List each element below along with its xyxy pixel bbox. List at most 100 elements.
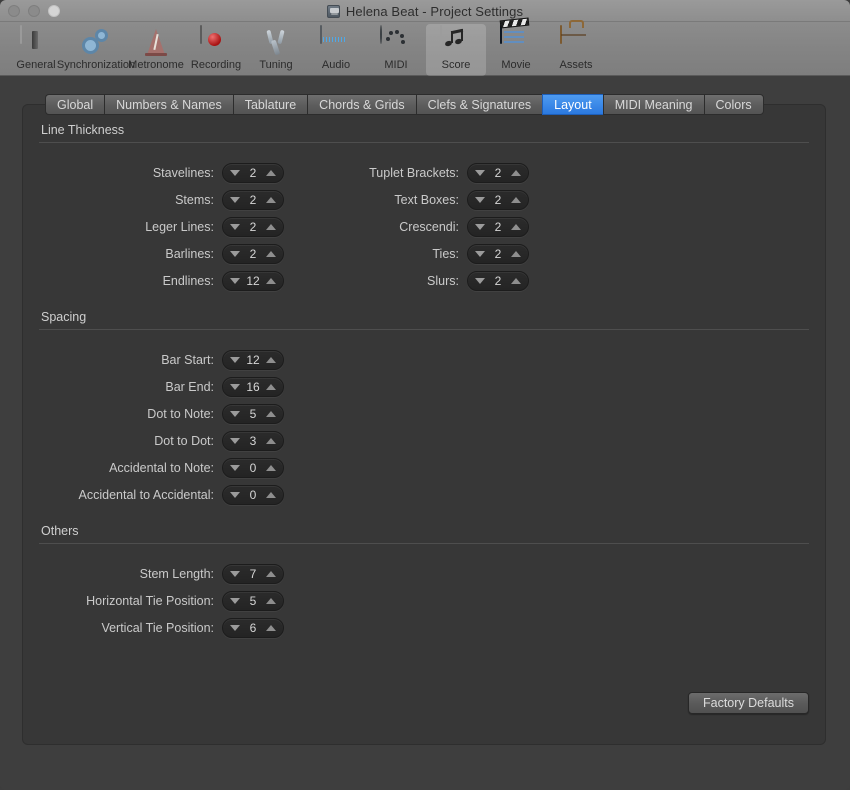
stepper-down-icon[interactable]	[475, 224, 485, 230]
stepper-up-icon[interactable]	[511, 197, 521, 203]
stepper-up-icon[interactable]	[511, 278, 521, 284]
stepper-up-icon[interactable]	[266, 357, 276, 363]
field-label-leger-lines: Leger Lines:	[145, 220, 222, 234]
stepper-value-dot-to-note: 5	[240, 408, 266, 420]
stepper-bar-end[interactable]: 16	[222, 377, 284, 397]
tab-numbers-and-names[interactable]: Numbers & Names	[104, 94, 233, 115]
stepper-up-icon[interactable]	[266, 278, 276, 284]
close-button[interactable]	[8, 5, 20, 17]
stepper-down-icon[interactable]	[230, 465, 240, 471]
stepper-up-icon[interactable]	[511, 251, 521, 257]
stepper-accidental-to-accidental[interactable]: 0	[222, 485, 284, 505]
stepper-down-icon[interactable]	[230, 224, 240, 230]
stepper-down-icon[interactable]	[230, 571, 240, 577]
stepper-slurs[interactable]: 2	[467, 271, 529, 291]
midi-port-icon	[380, 26, 412, 58]
toolbar-item-synchronization[interactable]: Synchronization	[66, 24, 126, 72]
field-label-stem-length: Stem Length:	[140, 567, 222, 581]
stepper-down-icon[interactable]	[475, 170, 485, 176]
field-label-tuplet-brackets: Tuplet Brackets:	[369, 166, 467, 180]
toolbar-item-assets[interactable]: Assets	[546, 24, 606, 72]
stepper-stem-length[interactable]: 7	[222, 564, 284, 584]
stepper-vertical-tie-position[interactable]: 6	[222, 618, 284, 638]
field-label-ties: Ties:	[432, 247, 467, 261]
toolbar-item-tuning[interactable]: Tuning	[246, 24, 306, 72]
toolbar-item-audio[interactable]: Audio	[306, 24, 366, 72]
panel-content: Line Thickness Stavelines: 2	[23, 105, 825, 744]
stepper-dot-to-dot[interactable]: 3	[222, 431, 284, 451]
stepper-tuplet-brackets[interactable]: 2	[467, 163, 529, 183]
stepper-crescendi[interactable]: 2	[467, 217, 529, 237]
stepper-down-icon[interactable]	[230, 598, 240, 604]
field-label-bar-end: Bar End:	[165, 380, 222, 394]
toolbar-label-synchronization: Synchronization	[57, 59, 135, 72]
stepper-up-icon[interactable]	[511, 224, 521, 230]
stepper-down-icon[interactable]	[230, 625, 240, 631]
stepper-up-icon[interactable]	[266, 598, 276, 604]
tab-midi-meaning[interactable]: MIDI Meaning	[603, 94, 704, 115]
field-label-slurs: Slurs:	[427, 274, 467, 288]
stepper-down-icon[interactable]	[475, 278, 485, 284]
stepper-up-icon[interactable]	[266, 224, 276, 230]
stepper-leger-lines[interactable]: 2	[222, 217, 284, 237]
stepper-stavelines[interactable]: 2	[222, 163, 284, 183]
stepper-barlines[interactable]: 2	[222, 244, 284, 264]
stepper-down-icon[interactable]	[230, 438, 240, 444]
tab-colors[interactable]: Colors	[704, 94, 764, 115]
stepper-dot-to-note[interactable]: 5	[222, 404, 284, 424]
stepper-up-icon[interactable]	[266, 465, 276, 471]
section-divider	[39, 329, 809, 330]
stepper-up-icon[interactable]	[266, 170, 276, 176]
toolbar-item-midi[interactable]: MIDI	[366, 24, 426, 72]
stepper-ties[interactable]: 2	[467, 244, 529, 264]
stepper-up-icon[interactable]	[511, 170, 521, 176]
stepper-up-icon[interactable]	[266, 625, 276, 631]
stepper-up-icon[interactable]	[266, 197, 276, 203]
stepper-down-icon[interactable]	[475, 251, 485, 257]
field-ties: Ties: 2	[284, 240, 529, 267]
stepper-down-icon[interactable]	[230, 197, 240, 203]
field-stems: Stems: 2	[39, 186, 284, 213]
zoom-button[interactable]	[48, 5, 60, 17]
stepper-down-icon[interactable]	[230, 170, 240, 176]
stepper-up-icon[interactable]	[266, 411, 276, 417]
stepper-accidental-to-note[interactable]: 0	[222, 458, 284, 478]
toolbar-item-movie[interactable]: Movie	[486, 24, 546, 72]
stepper-down-icon[interactable]	[230, 384, 240, 390]
tab-layout[interactable]: Layout	[542, 94, 603, 115]
toolbar-label-assets: Assets	[559, 59, 592, 72]
stepper-down-icon[interactable]	[230, 357, 240, 363]
line-thickness-columns: Stavelines: 2 Stems:	[39, 159, 809, 294]
project-settings-window: Helena Beat - Project Settings General S…	[0, 0, 850, 790]
stepper-stems[interactable]: 2	[222, 190, 284, 210]
stepper-horizontal-tie-position[interactable]: 5	[222, 591, 284, 611]
stepper-down-icon[interactable]	[475, 197, 485, 203]
stepper-down-icon[interactable]	[230, 492, 240, 498]
section-divider	[39, 142, 809, 143]
stepper-up-icon[interactable]	[266, 384, 276, 390]
spacing-left-column: Bar Start: 12 Bar End:	[39, 346, 284, 508]
stepper-up-icon[interactable]	[266, 571, 276, 577]
toolbar-item-metronome[interactable]: Metronome	[126, 24, 186, 72]
factory-defaults-button[interactable]: Factory Defaults	[688, 692, 809, 714]
minimize-button[interactable]	[28, 5, 40, 17]
stepper-endlines[interactable]: 12	[222, 271, 284, 291]
tab-global[interactable]: Global	[45, 94, 104, 115]
stepper-value-stavelines: 2	[240, 167, 266, 179]
toolbar-item-score[interactable]: Score	[426, 24, 486, 76]
toolbar-item-recording[interactable]: Recording	[186, 24, 246, 72]
stepper-up-icon[interactable]	[266, 438, 276, 444]
stepper-bar-start[interactable]: 12	[222, 350, 284, 370]
stepper-down-icon[interactable]	[230, 251, 240, 257]
stepper-value-slurs: 2	[485, 275, 511, 287]
tab-clefs-and-signatures[interactable]: Clefs & Signatures	[416, 94, 543, 115]
stepper-down-icon[interactable]	[230, 411, 240, 417]
field-bar-end: Bar End: 16	[39, 373, 284, 400]
tab-tablature[interactable]: Tablature	[233, 94, 307, 115]
stepper-text-boxes[interactable]: 2	[467, 190, 529, 210]
stepper-up-icon[interactable]	[266, 251, 276, 257]
section-title-spacing: Spacing	[39, 310, 809, 324]
stepper-up-icon[interactable]	[266, 492, 276, 498]
stepper-down-icon[interactable]	[230, 278, 240, 284]
tab-chords-and-grids[interactable]: Chords & Grids	[307, 94, 415, 115]
